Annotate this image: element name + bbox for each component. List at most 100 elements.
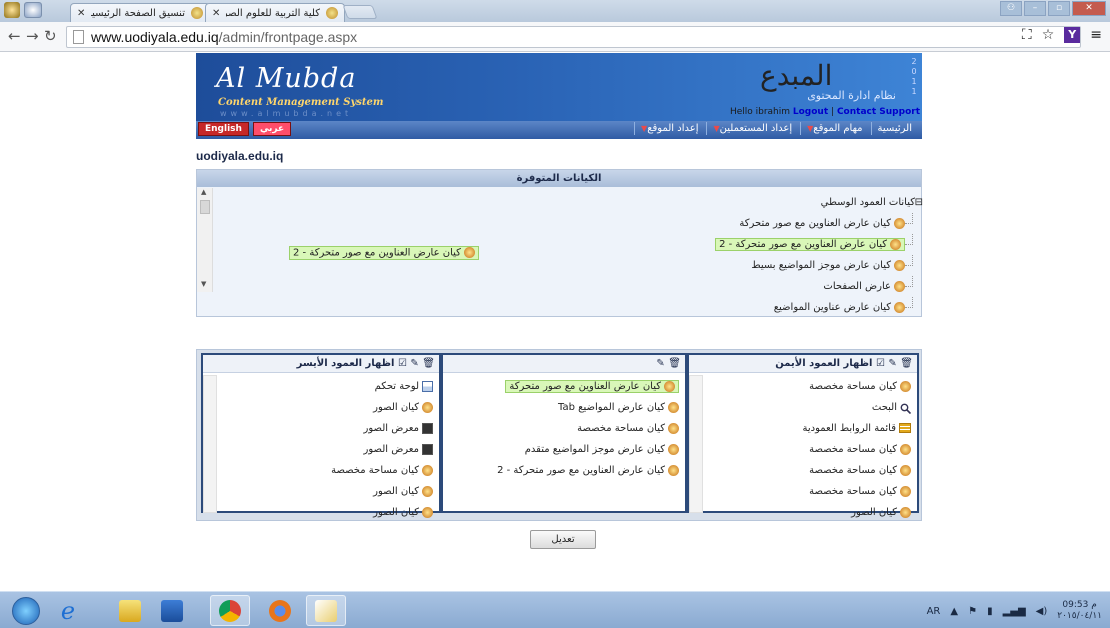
list-item[interactable]: كيان مساحة مخصصة bbox=[802, 461, 911, 482]
url-host: www.uodiyala.edu.iq bbox=[91, 29, 219, 45]
middle-column-panel: 🗑 ✎ كيان عارض العناوين مع صور متحركة كيا… bbox=[441, 353, 687, 513]
list-item[interactable]: كيان مساحة مخصصة bbox=[802, 482, 911, 503]
tree-item[interactable]: عارض الصفحات bbox=[651, 276, 921, 297]
taskbar-paint[interactable] bbox=[306, 595, 346, 626]
browser-tab-frontpage[interactable]: تنسيق الصفحة الرئيسية ✕ bbox=[70, 3, 210, 22]
tree-item-label: عارض الصفحات bbox=[823, 281, 891, 292]
new-tab-button[interactable] bbox=[342, 5, 378, 19]
contact-support-link[interactable]: Contact Support bbox=[837, 107, 920, 117]
delete-icon[interactable]: 🗑 bbox=[668, 358, 681, 369]
clock[interactable]: 09:53 م ٢٠١٥/٠٤/١١ bbox=[1057, 600, 1102, 622]
dragged-label: كيان عارض العناوين مع صور متحركة - 2 bbox=[293, 247, 461, 259]
list-item[interactable]: كيان مساحة مخصصة bbox=[497, 419, 679, 440]
list-item[interactable]: معرض الصور bbox=[331, 440, 433, 461]
english-button[interactable]: English bbox=[198, 122, 249, 136]
tab-close-icon[interactable]: ✕ bbox=[77, 8, 85, 19]
taskbar-internet-explorer[interactable]: e bbox=[48, 595, 88, 626]
taskbar-file-explorer[interactable] bbox=[110, 595, 150, 626]
folder-icon bbox=[119, 599, 141, 622]
scroll-up-icon[interactable]: ▲ bbox=[201, 188, 206, 196]
url-path: /admin/frontpage.aspx bbox=[218, 29, 358, 45]
flag-icon[interactable]: ⚑ bbox=[968, 606, 977, 617]
list-item[interactable]: كيان عارض موجز المواضيع متقدم bbox=[497, 440, 679, 461]
address-bar[interactable]: www.uodiyala.edu.iq/admin/frontpage.aspx bbox=[66, 26, 1081, 48]
save-button[interactable]: تعديل bbox=[530, 530, 596, 549]
profile-icon[interactable] bbox=[24, 2, 42, 18]
browser-tab-college[interactable]: كلية التربية للعلوم الصرفة ✕ bbox=[205, 3, 345, 22]
list-item[interactable]: كيان الصور bbox=[331, 398, 433, 419]
tree-item[interactable]: كيان عارض موجز المواضيع بسيط bbox=[651, 255, 921, 276]
reload-icon[interactable]: ↻ bbox=[44, 27, 57, 45]
brand-url: www.almubda.net bbox=[220, 109, 353, 118]
list-item[interactable]: كيان عارض العناوين مع صور متحركة - 2 bbox=[497, 461, 679, 482]
component-icon bbox=[422, 485, 433, 497]
back-arrow-icon[interactable]: ← bbox=[8, 27, 21, 45]
menu-item-users[interactable]: إعداد المستعملين▼ bbox=[706, 122, 798, 135]
scroll-thumb[interactable] bbox=[200, 200, 210, 214]
camera-icon bbox=[422, 443, 433, 455]
yahoo-extension-icon[interactable]: Y bbox=[1064, 27, 1081, 43]
tree-item[interactable]: كيان عارض العناوين مع صور متحركة bbox=[651, 213, 921, 234]
layout-columns: 🗑 ✎ ☑ اظهار العمود الأيسر لوحة تحكم كيان… bbox=[196, 349, 922, 521]
system-tray: AR ▲ ⚑ ▮ ▂▄▆ ◀) 09:53 م ٢٠١٥/٠٤/١١ bbox=[927, 600, 1102, 622]
menu-item-site-settings[interactable]: إعداد الموقع▼ bbox=[634, 122, 704, 135]
main-menu: English عربي الرئيسية مهام الموقع▼ إعداد… bbox=[196, 121, 922, 139]
scroll-down-icon[interactable]: ▼ bbox=[201, 280, 206, 288]
right-column-scrollbar[interactable] bbox=[689, 375, 703, 513]
start-button[interactable] bbox=[6, 595, 46, 626]
tree-root[interactable]: كيانات العمود الوسطي bbox=[651, 192, 923, 213]
list-item[interactable]: كيان الصور bbox=[331, 503, 433, 524]
list-item[interactable]: كيان الصور bbox=[331, 482, 433, 503]
edit-icon[interactable]: ✎ bbox=[410, 358, 418, 369]
list-item[interactable]: كيان عارض العناوين مع صور متحركة bbox=[497, 377, 679, 398]
close-window-icon[interactable]: ✕ bbox=[1072, 1, 1106, 16]
arabic-button[interactable]: عربي bbox=[252, 122, 292, 136]
edit-icon[interactable]: ✎ bbox=[888, 358, 896, 369]
list-item[interactable]: لوحة تحكم bbox=[331, 377, 433, 398]
checkbox-checked-icon[interactable]: ☑ bbox=[398, 358, 407, 369]
menu-icon[interactable]: ≡ bbox=[1090, 27, 1102, 43]
list-item[interactable]: كيان مساحة مخصصة bbox=[802, 440, 911, 461]
edit-icon[interactable]: ✎ bbox=[656, 358, 664, 369]
list-item[interactable]: البحث bbox=[802, 398, 912, 419]
tree-item[interactable]: كيان عارض عناوين المواضيع bbox=[651, 297, 921, 318]
maximize-icon[interactable]: ▫ bbox=[1048, 1, 1070, 16]
menu-item-site-tasks[interactable]: مهام الموقع▼ bbox=[800, 122, 868, 135]
cms-header: Al Mubda Content Management System www.a… bbox=[196, 53, 922, 139]
logo-text: المبدع bbox=[760, 59, 833, 92]
battery-icon[interactable]: ▮ bbox=[987, 606, 993, 617]
volume-icon[interactable]: ◀) bbox=[1036, 606, 1048, 617]
delete-icon[interactable]: 🗑 bbox=[422, 358, 435, 369]
input-language[interactable]: AR bbox=[927, 606, 941, 617]
tree-item-selected[interactable]: كيان عارض العناوين مع صور متحركة - 2 bbox=[651, 234, 921, 255]
item-label: قائمة الروابط العمودية bbox=[802, 423, 896, 434]
list-item[interactable]: كيان مساحة مخصصة bbox=[331, 461, 433, 482]
translate-icon[interactable]: ⛶ bbox=[1022, 27, 1032, 43]
taskbar-outlook[interactable] bbox=[152, 595, 192, 626]
user-icon[interactable]: ⚇ bbox=[1000, 1, 1022, 16]
menu-item-home[interactable]: الرئيسية bbox=[870, 122, 918, 135]
tab-close-icon[interactable]: ✕ bbox=[212, 8, 220, 19]
taskbar-chrome[interactable] bbox=[210, 595, 250, 626]
delete-icon[interactable]: 🗑 bbox=[900, 358, 913, 369]
right-column-panel: 🗑 ✎ ☑ اظهار العمود الأيمن كيان مساحة مخص… bbox=[687, 353, 919, 518]
bookmark-star-icon[interactable]: ☆ bbox=[1042, 27, 1055, 43]
list-item[interactable]: قائمة الروابط العمودية bbox=[802, 419, 911, 440]
dragged-component[interactable]: كيان عارض العناوين مع صور متحركة - 2 bbox=[289, 246, 479, 260]
tray-expand-icon[interactable]: ▲ bbox=[950, 606, 958, 617]
left-column-scrollbar[interactable] bbox=[203, 375, 217, 513]
taskbar-firefox[interactable] bbox=[260, 595, 300, 626]
logout-link[interactable]: Logout bbox=[793, 107, 828, 117]
forward-arrow-icon[interactable]: → bbox=[26, 27, 39, 45]
checkbox-checked-icon[interactable]: ☑ bbox=[876, 358, 885, 369]
available-scrollbar[interactable]: ▲ ▼ bbox=[197, 188, 213, 292]
component-icon bbox=[890, 238, 901, 250]
list-item[interactable]: كيان الصور bbox=[802, 503, 911, 524]
signal-icon[interactable]: ▂▄▆ bbox=[1003, 606, 1026, 617]
list-item[interactable]: كيان مساحة مخصصة bbox=[802, 377, 911, 398]
component-icon bbox=[900, 506, 911, 518]
available-components-title: الكيانات المتوفرة bbox=[197, 170, 921, 187]
minimize-icon[interactable]: – bbox=[1024, 1, 1046, 16]
list-item[interactable]: معرض الصور bbox=[331, 419, 433, 440]
list-item[interactable]: كيان عارض المواضيع Tab bbox=[497, 398, 679, 419]
